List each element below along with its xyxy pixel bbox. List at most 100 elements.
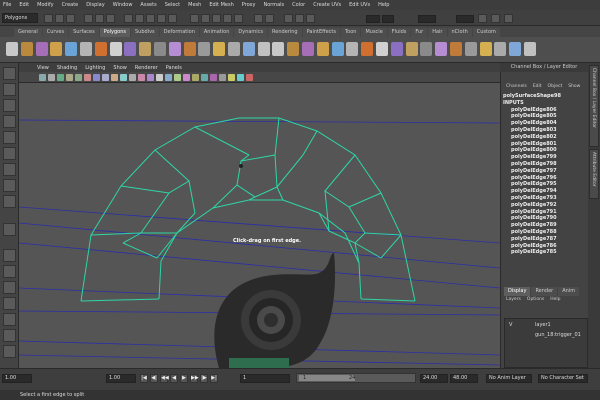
menu-file[interactable]: File [3, 2, 11, 8]
poly-torus-icon[interactable] [80, 42, 92, 56]
split-icon-2[interactable] [450, 42, 462, 56]
go-to-end-button[interactable]: ▶| [210, 374, 218, 383]
menu-select[interactable]: Select [165, 2, 180, 8]
select-object-icon[interactable] [95, 14, 104, 23]
panel-tool-icon[interactable] [237, 74, 244, 81]
extrude-icon-2[interactable] [405, 42, 418, 56]
panel-tool-icon[interactable] [201, 74, 208, 81]
panel-tool-icon[interactable] [120, 74, 127, 81]
panel-tool-icon[interactable] [75, 74, 82, 81]
panel-tool-icon[interactable] [102, 74, 109, 81]
extrude-icon[interactable] [139, 42, 152, 56]
menu-mesh[interactable]: Mesh [188, 2, 201, 8]
combine-icon-2[interactable] [361, 42, 374, 56]
panel-tool-icon[interactable] [57, 74, 64, 81]
input-node[interactable]: polyDelEdge803 [503, 127, 587, 134]
move-tool-icon[interactable] [3, 115, 16, 128]
panel-tool-icon[interactable] [246, 74, 253, 81]
poly-cube-icon[interactable] [20, 42, 33, 56]
start-time-field[interactable]: 1.00 [2, 374, 32, 383]
layer-tab-anim[interactable]: Anim [558, 287, 580, 296]
poly-plane-icon-2[interactable] [331, 42, 344, 56]
tab-ncloth[interactable]: nCloth [447, 28, 472, 37]
menu-edit-mesh[interactable]: Edit Mesh [209, 2, 233, 8]
menu-normals[interactable]: Normals [263, 2, 284, 8]
render-settings-icon[interactable] [306, 14, 315, 23]
menu-edit-uvs[interactable]: Edit UVs [349, 2, 370, 8]
bevel-icon-2[interactable] [479, 42, 492, 56]
bevel-icon[interactable] [213, 42, 226, 56]
input-node[interactable]: polyDelEdge806 [503, 107, 587, 114]
input-node[interactable]: polyDelEdge788 [503, 229, 587, 236]
current-time-field[interactable]: 1.00 [106, 374, 136, 383]
panel-tool-icon[interactable] [165, 74, 172, 81]
outliner-layout-icon[interactable] [3, 329, 16, 342]
panel-menu-panels[interactable]: Panels [166, 65, 182, 71]
panel-menu-renderer[interactable]: Renderer [135, 65, 158, 71]
poly-cylinder-icon[interactable] [35, 42, 48, 56]
panel-tool-icon[interactable] [48, 74, 55, 81]
tab-fluids[interactable]: Fluids [387, 28, 411, 37]
input-node[interactable]: polyDelEdge801 [503, 141, 587, 148]
soft-mod-icon[interactable] [3, 179, 16, 192]
prev-key-button[interactable]: ◀◀ [160, 374, 169, 383]
show-manip-icon[interactable] [3, 195, 16, 208]
tab-custom[interactable]: Custom [472, 28, 500, 37]
tab-dynamics[interactable]: Dynamics [234, 28, 268, 37]
input-field-mode[interactable] [366, 15, 380, 23]
layer-row[interactable]: V layer1 [505, 321, 587, 330]
tab-painteffects[interactable]: PaintEffects [302, 28, 340, 37]
channel-menu-show[interactable]: Show [568, 84, 580, 89]
panel-tool-icon[interactable] [84, 74, 91, 81]
render-frame-icon[interactable] [284, 14, 293, 23]
input-node[interactable]: polyDelEdge785 [503, 249, 587, 256]
menu-create[interactable]: Create [62, 2, 79, 8]
select-tool-icon[interactable] [3, 67, 16, 80]
poly-cone-icon[interactable] [50, 42, 63, 56]
paint-select-tool-icon[interactable] [3, 99, 16, 112]
bridge-icon-2[interactable] [420, 42, 433, 56]
menu-modify[interactable]: Modify [37, 2, 54, 8]
persp-graph-layout-icon[interactable] [3, 297, 16, 310]
go-to-start-button[interactable]: |◀ [140, 374, 148, 383]
layer-tab-render[interactable]: Render [531, 287, 558, 296]
split-polygon-tool-icon[interactable] [3, 223, 16, 236]
separate-icon[interactable] [109, 42, 122, 56]
input-node[interactable]: polyDelEdge793 [503, 195, 587, 202]
playback-end-field[interactable]: 24.00 [420, 374, 448, 383]
open-scene-icon[interactable] [55, 14, 64, 23]
tab-surfaces[interactable]: Surfaces [69, 28, 99, 37]
uv-editor-icon-2[interactable] [509, 42, 522, 56]
tab-muscle[interactable]: Muscle [361, 28, 387, 37]
channel-menu-edit[interactable]: Edit [533, 84, 542, 89]
anim-layer-select[interactable]: No Anim Layer [486, 374, 532, 383]
panel-tool-icon[interactable] [192, 74, 199, 81]
separate-icon-2[interactable] [376, 42, 388, 56]
select-by-edge-icon[interactable] [135, 14, 144, 23]
ipr-render-icon[interactable] [295, 14, 304, 23]
layer-menu-options[interactable]: Options [527, 297, 544, 302]
input-field-y[interactable] [418, 15, 436, 23]
poly-plane-icon[interactable] [65, 42, 78, 56]
panel-tool-icon[interactable] [129, 74, 136, 81]
input-node[interactable]: polyDelEdge802 [503, 134, 587, 141]
character-set-select[interactable]: No Character Set [538, 374, 588, 383]
panel-menu-lighting[interactable]: Lighting [85, 65, 105, 71]
menu-proxy[interactable]: Proxy [242, 2, 256, 8]
layer-visibility[interactable]: V [509, 322, 512, 328]
combine-icon[interactable] [94, 42, 107, 56]
playback-start-field[interactable]: 1 [240, 374, 290, 383]
rotate-tool-icon[interactable] [3, 131, 16, 144]
panel-tool-icon[interactable] [138, 74, 145, 81]
menu-display[interactable]: Display [86, 2, 104, 8]
insert-loop-icon[interactable] [198, 42, 211, 56]
show-channel-box-icon[interactable] [504, 14, 513, 23]
snap-live-icon[interactable] [234, 14, 243, 23]
panel-tool-icon[interactable] [39, 74, 46, 81]
input-node[interactable]: polyDelEdge805 [503, 113, 587, 120]
tab-animation[interactable]: Animation [199, 28, 234, 37]
channel-menu-channels[interactable]: Channels [506, 84, 527, 89]
input-node[interactable]: polyDelEdge786 [503, 243, 587, 250]
input-field-x[interactable] [382, 15, 394, 23]
layer-tab-display[interactable]: Display [504, 287, 531, 296]
